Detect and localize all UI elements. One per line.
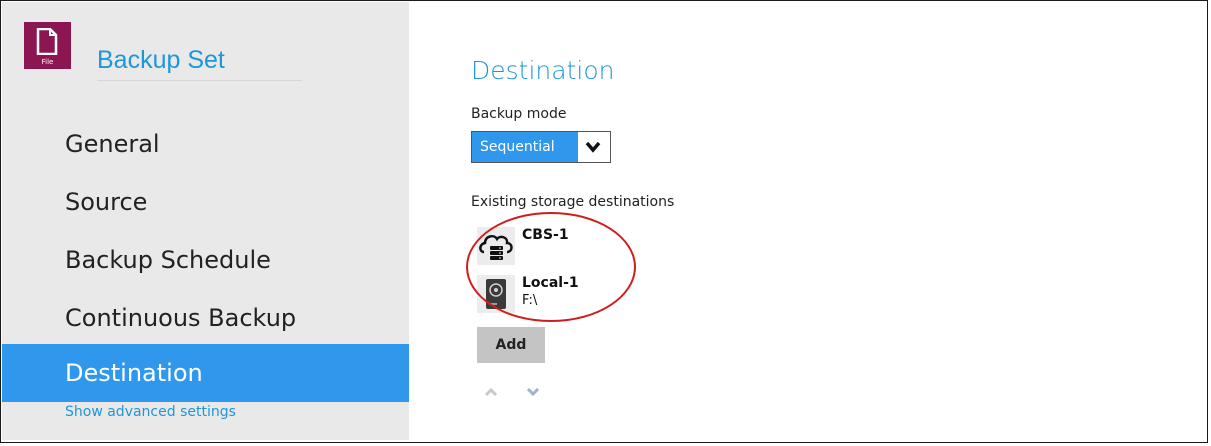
backup-mode-label: Backup mode xyxy=(471,106,567,122)
annotation-highlight-ellipse xyxy=(466,212,636,322)
sidebar-item-label: Continuous Backup xyxy=(65,304,297,332)
backup-set-title: Backup Set xyxy=(97,46,225,74)
add-destination-button[interactable]: Add xyxy=(477,327,545,363)
sidebar-item-label: Backup Schedule xyxy=(65,246,271,274)
title-divider xyxy=(97,80,302,81)
backup-mode-value: Sequential xyxy=(472,132,578,162)
file-icon-label: File xyxy=(41,58,54,66)
move-up-icon[interactable] xyxy=(484,387,498,397)
page-title: Destination xyxy=(471,56,615,85)
file-icon: File xyxy=(24,22,71,69)
storage-destinations-label: Existing storage destinations xyxy=(471,194,675,210)
move-down-icon[interactable] xyxy=(526,387,540,397)
backup-mode-select[interactable]: Sequential xyxy=(471,131,611,163)
sidebar-item-continuous-backup[interactable]: Continuous Backup xyxy=(2,289,409,347)
sidebar: File Backup Set General Source Backup Sc… xyxy=(2,2,409,440)
chevron-down-icon xyxy=(585,141,601,153)
sidebar-item-label: Destination xyxy=(65,359,203,387)
sidebar-item-source[interactable]: Source xyxy=(2,173,409,231)
document-icon xyxy=(36,28,58,55)
sidebar-item-label: General xyxy=(65,130,160,158)
sidebar-item-destination[interactable]: Destination xyxy=(2,344,409,402)
show-advanced-settings-link[interactable]: Show advanced settings xyxy=(65,404,236,420)
sidebar-item-general[interactable]: General xyxy=(2,115,409,173)
sidebar-item-label: Source xyxy=(65,188,148,216)
sidebar-item-backup-schedule[interactable]: Backup Schedule xyxy=(2,231,409,289)
